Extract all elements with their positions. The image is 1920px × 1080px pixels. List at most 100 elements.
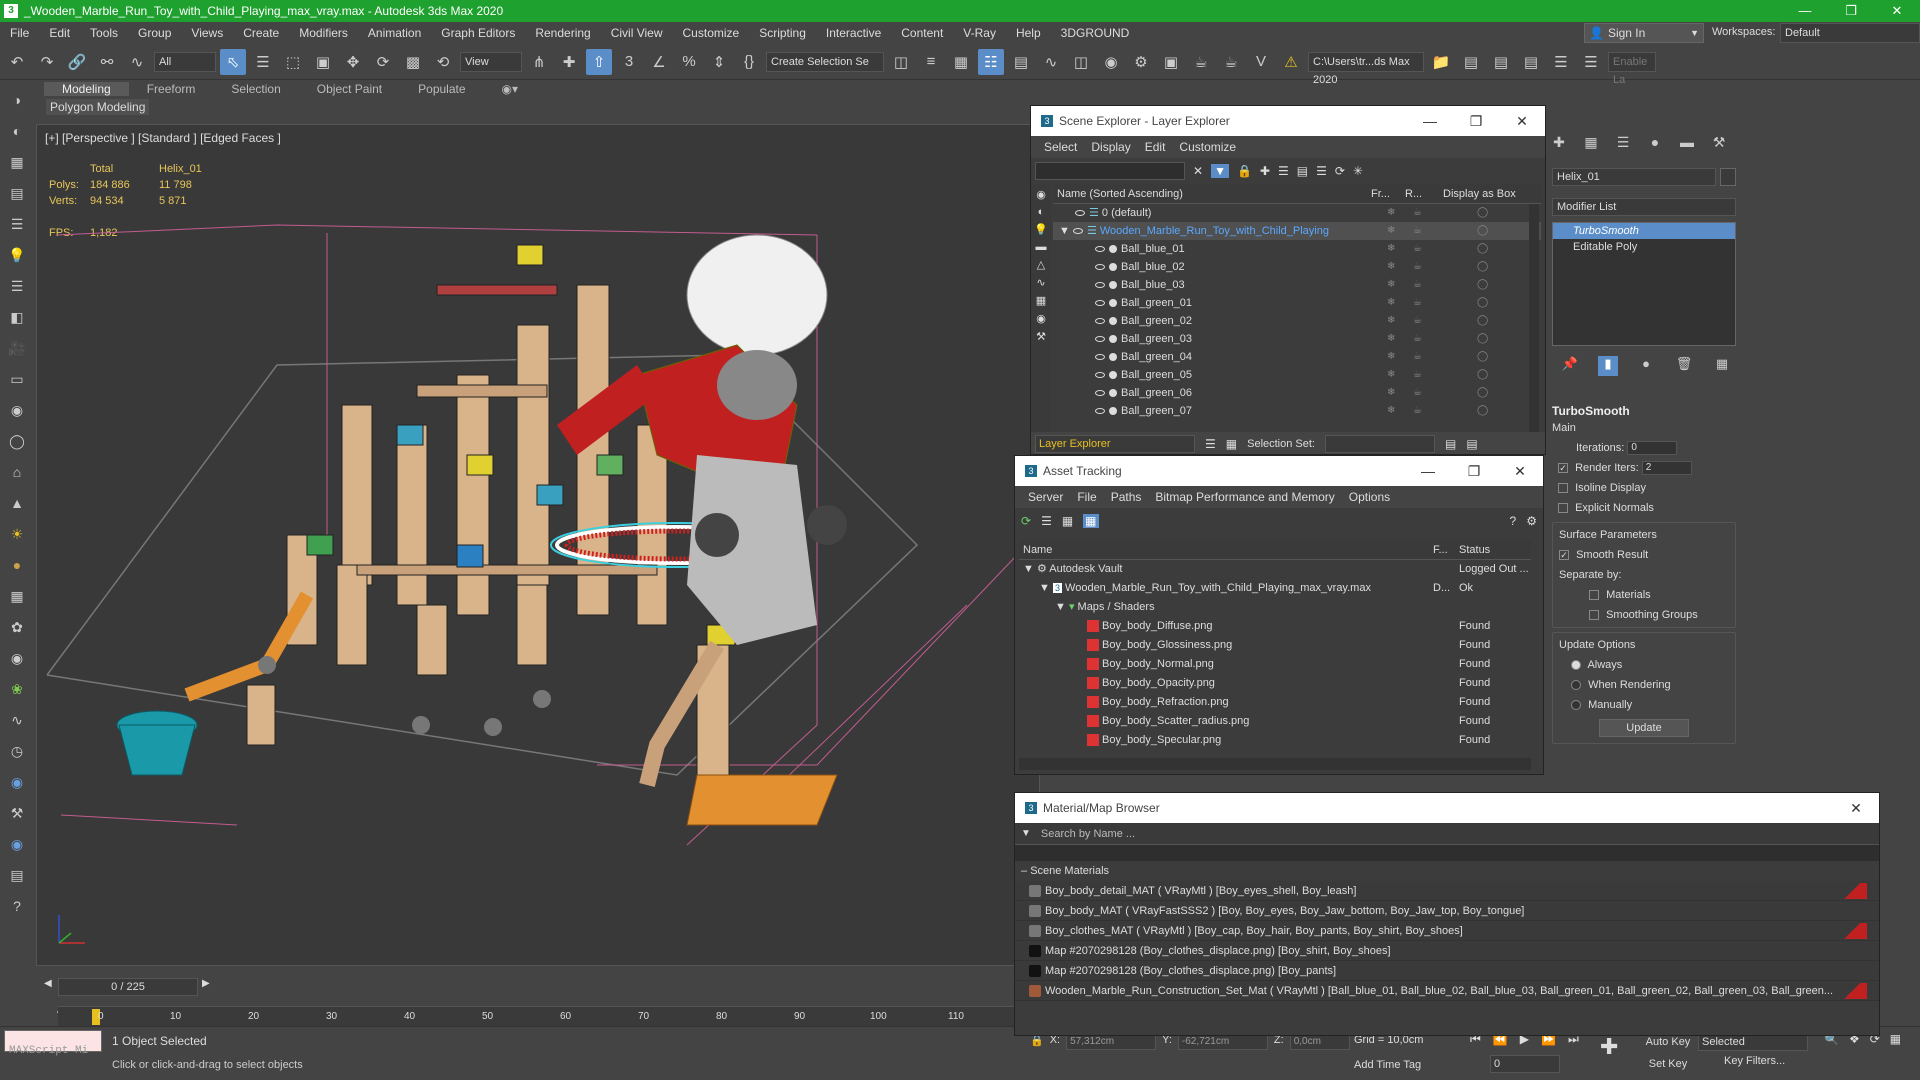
collapse-icon[interactable]: ▼ [1039,582,1053,594]
freeze-icon[interactable]: ❄ [1387,294,1395,312]
list-item[interactable]: Ball_blue_01 ❄ ☕ ◯ [1053,240,1541,258]
y-coord-field[interactable]: -62,721cm [1177,1034,1268,1050]
menu-edit[interactable]: Edit [39,26,80,40]
menu-file[interactable]: File [1070,490,1103,504]
help-icon[interactable]: ? [1510,514,1517,528]
search-input[interactable]: Search by Name ... [1041,828,1135,840]
render-icon[interactable]: ☕ [1413,330,1422,348]
lock-icon[interactable]: 🔒 [1237,164,1252,178]
layers-stack-icon[interactable]: ☰ [1316,164,1327,178]
box-icon[interactable]: ◯ [1477,294,1488,312]
render-icon[interactable]: ☕ [1413,294,1422,312]
list-item[interactable]: ☰ 0 (default) ❄ ☕ ◯ [1053,204,1541,222]
list-item[interactable]: Ball_green_06 ❄ ☕ ◯ [1053,384,1541,402]
freeze-icon[interactable]: ❄ [1387,240,1395,258]
eye-icon[interactable] [1095,264,1105,271]
eye-icon[interactable] [1095,318,1105,325]
shapes-filter-icon[interactable]: ◐ [1038,206,1045,218]
trash-icon[interactable]: ▤ [5,867,29,889]
list-item[interactable]: Boy_clothes_MAT ( VRayMtl ) [Boy_cap, Bo… [1015,921,1879,941]
bones-filter-icon[interactable]: ⚒ [1036,330,1046,343]
asset-horizontal-scrollbar[interactable] [1019,758,1531,770]
stack-alt-icon[interactable]: ☰ [1578,49,1604,75]
table-row[interactable]: ▼ ▾ Maps / Shaders [1019,598,1531,617]
render-icon[interactable]: ☕ [1413,240,1422,258]
freeze-icon[interactable]: ❄ [1387,204,1395,222]
material-editor-icon[interactable]: ◉ [1098,49,1124,75]
table-row[interactable]: ▼ ⚙ Autodesk Vault Logged Out ... [1019,560,1531,579]
toggle-layer-explorer-icon[interactable]: ☷ [978,48,1004,75]
menu-display[interactable]: Display [1084,140,1137,154]
collapse-icon[interactable]: – [1021,865,1030,877]
globe-icon[interactable]: ◉ [5,650,29,672]
transform-lock-icon[interactable]: 🔒 [1030,1034,1044,1050]
tools-icon[interactable]: ⚒ [5,805,29,827]
list-item[interactable]: Map #2070298128 (Boy_clothes_displace.pn… [1015,961,1879,981]
eye-icon[interactable] [1095,390,1105,397]
material-browser-titlebar[interactable]: 3 Material/Map Browser ✕ [1015,793,1879,823]
x-coord-field[interactable]: 57,312cm [1066,1034,1157,1050]
asset-tracking-titlebar[interactable]: 3 Asset Tracking — ❐ ✕ [1015,456,1543,486]
project-path-dropdown[interactable]: C:\Users\tr...ds Max 2020 [1308,51,1424,86]
toggle-ribbon-icon[interactable]: ▤ [1008,49,1034,75]
hair-icon[interactable]: ∿ [5,712,29,734]
table-row[interactable]: Boy_body_Glossiness.png Found [1019,636,1531,655]
asterisk-icon[interactable]: ✳ [1353,164,1363,178]
col-name[interactable]: Name (Sorted Ascending) [1053,188,1183,200]
when-rendering-radio[interactable] [1571,680,1581,691]
unlink-icon[interactable]: ⚯ [94,49,120,75]
stack-item-turbosmooth[interactable]: TurboSmooth [1553,223,1735,239]
motion-tab-icon[interactable]: ● [1644,134,1666,154]
keyboard-shortcut-icon[interactable]: ⇧ [586,48,612,75]
sun-icon[interactable]: ☀ [5,526,29,548]
tab-modeling[interactable]: Modeling [44,82,129,96]
configure-sets-icon[interactable]: ▦ [1712,356,1732,376]
freeze-icon[interactable]: ❄ [1387,348,1395,366]
eye-icon[interactable] [1072,228,1083,235]
placement-icon[interactable]: ⟲ [430,49,456,75]
maxscript-listener[interactable]: MAXScript Mi [4,1030,102,1057]
render-iters-checkbox[interactable]: ✓ [1558,463,1568,474]
prev-frame-icon[interactable]: ◀ [44,978,52,989]
col-display-box[interactable]: Display as Box [1443,184,1516,204]
eye-icon[interactable] [1095,246,1105,253]
eye-icon[interactable] [1095,354,1105,361]
menu-bitmap-performance[interactable]: Bitmap Performance and Memory [1148,490,1341,504]
close-button[interactable]: ✕ [1497,463,1543,480]
cone-icon[interactable]: ▲ [5,495,29,517]
spinner-snap-icon[interactable]: ⇕ [706,49,732,75]
link-icon[interactable]: 🔗 [64,49,90,75]
menu-modifiers[interactable]: Modifiers [289,26,358,40]
move-icon[interactable]: ✥ [340,49,366,75]
helpers-filter-icon[interactable]: △ [1037,258,1045,271]
layer-manager-icon[interactable]: ▤ [1458,49,1484,75]
col-status[interactable]: Status [1459,540,1490,560]
add-to-layer-icon[interactable]: ☰ [1278,164,1289,178]
hierarchy-tab-icon[interactable]: ☰ [1612,134,1634,154]
warning-icon[interactable]: ⚠ [1278,49,1304,75]
add-time-tag[interactable]: Add Time Tag [1354,1059,1421,1071]
list-item[interactable]: Ball_green_02 ❄ ☕ ◯ [1053,312,1541,330]
turbosmooth-title[interactable]: TurboSmooth [1552,404,1736,418]
smoothing-groups-checkbox[interactable] [1589,610,1599,621]
make-unique-icon[interactable]: ● [1636,356,1656,376]
render-iters-spinner[interactable]: 2 [1641,461,1692,476]
project-folder-icon[interactable]: 📁 [1428,49,1454,75]
freeze-icon[interactable]: ❄ [1387,222,1395,240]
select-object-icon[interactable]: ⬁ [220,48,246,75]
freeze-icon[interactable]: ❄ [1387,330,1395,348]
vray-icon[interactable]: V [1248,49,1274,75]
plane-icon[interactable]: ▭ [5,371,29,393]
freeze-icon[interactable]: ❄ [1387,384,1395,402]
render-setup-icon[interactable]: ⚙ [1128,49,1154,75]
time-ruler[interactable]: 0 10 20 30 40 50 60 70 80 90 100 110 [58,1006,1038,1026]
sphere-icon[interactable]: ◉ [5,402,29,424]
z-coord-field[interactable]: 0,0cm [1289,1034,1350,1050]
clear-find-icon[interactable]: ✕ [1193,164,1203,178]
menu-options[interactable]: Options [1342,490,1397,504]
menu-vray[interactable]: V-Ray [953,26,1006,40]
tab-object-paint[interactable]: Object Paint [299,82,400,96]
create-tab-icon[interactable]: ✚ [1548,134,1570,154]
menu-create[interactable]: Create [233,26,289,40]
modify-tab-icon[interactable]: ▦ [1580,134,1602,154]
